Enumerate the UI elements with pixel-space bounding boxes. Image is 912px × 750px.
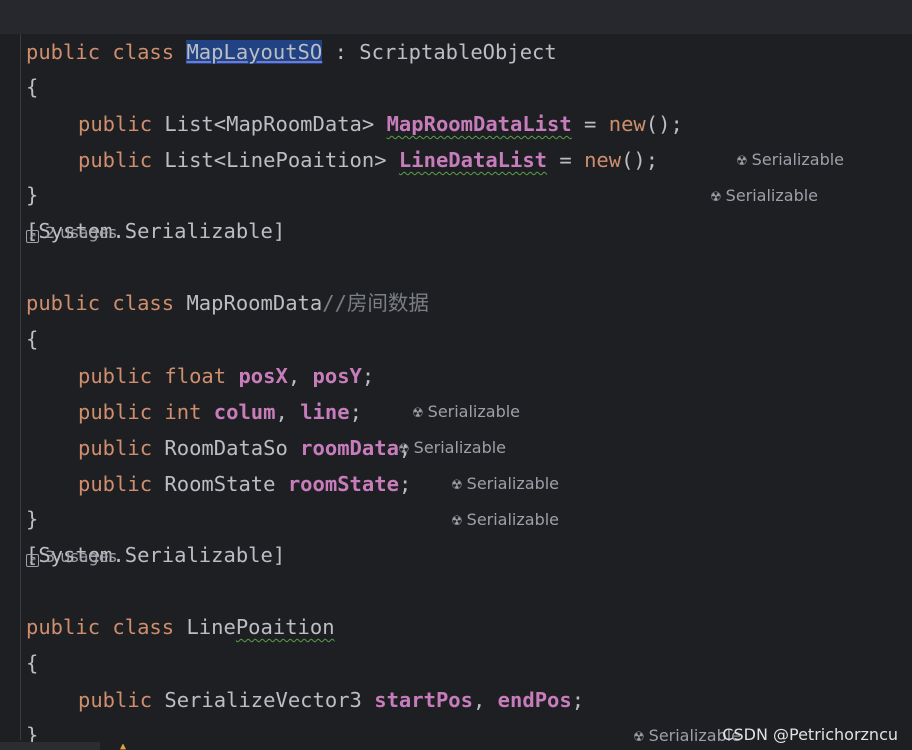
field-name-startpos[interactable]: startPos — [374, 688, 473, 712]
assign-operator: = — [571, 112, 609, 136]
serializable-hint-label: Serializable — [427, 402, 521, 421]
keyword-new: new — [584, 148, 622, 172]
serializable-hint[interactable]: ☢ Serializable — [451, 502, 559, 538]
bottom-panel-strip — [0, 742, 100, 750]
code-line-close-brace[interactable]: } — [0, 465, 49, 531]
class-name-part: Line — [186, 615, 236, 639]
field-name-posy[interactable]: posY — [313, 364, 362, 388]
field-name-posx[interactable]: posX — [238, 364, 287, 388]
code-line-field-roomstate[interactable]: public RoomState roomState; ☢ Serializabl… — [0, 430, 559, 529]
keyword-public: public — [78, 364, 153, 388]
serializable-hint[interactable]: ☢ Serializable — [451, 466, 559, 502]
field-name-maproomdatalist[interactable]: MapRoomDataList — [387, 112, 572, 136]
semicolon: ; — [571, 688, 585, 712]
field-name-line[interactable]: line — [300, 400, 349, 424]
code-line-class-maplayoutso[interactable]: public class MapLayoutSO : ScriptableObj… — [0, 0, 912, 64]
field-type: SerializeVector3 — [164, 688, 362, 712]
keyword-class: class — [112, 291, 175, 315]
field-type: List<LinePoaition> — [164, 148, 387, 172]
semicolon: ; — [398, 472, 412, 496]
code-comment: //房间数据 — [322, 291, 429, 315]
radiation-icon: ☢ — [451, 478, 463, 493]
class-name-linepoaition[interactable]: LinePoaition — [186, 615, 334, 639]
keyword-public: public — [78, 472, 153, 496]
code-editor[interactable]: public class MapLayoutSO : ScriptableObj… — [0, 0, 912, 750]
field-name-roomdata[interactable]: roomData — [300, 436, 399, 460]
serializable-hint[interactable]: ☢ Serializable — [736, 142, 844, 178]
semicolon: ; — [398, 436, 412, 460]
semicolon: ; — [361, 364, 375, 388]
keyword-public: public — [78, 148, 153, 172]
serializable-hint-label: Serializable — [725, 186, 819, 205]
field-name-colum[interactable]: colum — [214, 400, 276, 424]
keyword-int: int — [164, 400, 202, 424]
inheritance-separator: : — [322, 40, 360, 64]
field-name-linedatalist[interactable]: LineDataList — [399, 148, 547, 172]
statement-tail: (); — [621, 148, 659, 172]
code-line-field-roomdata[interactable]: public RoomDataSo roomData; ☢ Serializabl… — [0, 394, 559, 493]
field-name-endpos[interactable]: endPos — [498, 688, 572, 712]
radiation-icon: ☢ — [633, 730, 645, 745]
comma-separator: , — [275, 400, 301, 424]
field-type: List<MapRoomData> — [164, 112, 375, 136]
keyword-public: public — [78, 400, 153, 424]
usages-link[interactable]: ↗ 3 usages — [26, 542, 117, 572]
code-line-open-brace[interactable]: { — [0, 285, 49, 351]
class-name-maplayoutso[interactable]: MapLayoutSO — [186, 40, 323, 64]
assign-operator: = — [547, 148, 585, 172]
field-type: RoomState — [164, 472, 276, 496]
code-line-close-brace[interactable]: } — [0, 141, 49, 207]
code-line-field-posx-posy[interactable]: public float posX, posY; ☢ Serializable — [0, 322, 520, 421]
code-line-field-maproomdatalist[interactable]: public List<MapRoomData> MapRoomDataList… — [0, 70, 844, 169]
serializable-hint[interactable]: ☢ Serializable — [398, 430, 506, 466]
usages-link[interactable]: ↗ 2 usages — [26, 218, 117, 248]
serializable-hint-label: Serializable — [413, 438, 507, 457]
watermark: CSDN @Petrichorzncu — [722, 725, 898, 744]
code-line-field-startpos-endpos[interactable]: public SerializeVector3 startPos, endPos… — [0, 646, 741, 745]
serializable-hint-label: Serializable — [751, 150, 845, 169]
code-line-field-linedatalist[interactable]: public List<LinePoaition> LineDataList =… — [0, 106, 818, 205]
keyword-new: new — [608, 112, 646, 136]
base-class-name[interactable]: ScriptableObject — [359, 40, 556, 64]
code-line-open-brace[interactable]: { — [0, 33, 49, 99]
radiation-icon: ☢ — [710, 190, 722, 205]
radiation-icon: ☢ — [736, 154, 748, 169]
code-line-attribute[interactable]: [System.Serializable] — [0, 501, 285, 567]
keyword-class: class — [112, 615, 175, 639]
usages-label: 3 usages — [45, 547, 117, 566]
keyword-public: public — [78, 112, 153, 136]
field-type: RoomDataSo — [164, 436, 288, 460]
comma-separator: , — [472, 688, 498, 712]
class-name-maproomdata[interactable]: MapRoomData — [186, 291, 322, 315]
serializable-hint-label: Serializable — [466, 474, 560, 493]
code-line-attribute[interactable]: [System.Serializable] — [0, 177, 285, 243]
statement-tail: (); — [645, 112, 683, 136]
class-name-typo-part: Poaition — [235, 615, 335, 639]
keyword-public: public — [78, 688, 153, 712]
field-name-roomstate[interactable]: roomState — [288, 472, 399, 496]
code-line-class-maproomdata[interactable]: public class MapRoomData//房间数据 — [0, 249, 429, 315]
usages-label: 2 usages — [45, 223, 117, 242]
code-line-field-colum-line[interactable]: public int colum, line; ☢ Serializable — [0, 358, 506, 457]
serializable-hint[interactable]: ☢ Serializable — [710, 178, 818, 214]
semicolon: ; — [349, 400, 362, 424]
arrow-up-right-icon: ↗ — [26, 230, 39, 243]
serializable-hint[interactable]: ☢ Serializable — [412, 394, 520, 430]
serializable-hint-label: Serializable — [466, 510, 560, 529]
code-line-close-brace[interactable]: } — [0, 681, 49, 747]
comma-separator: , — [287, 364, 313, 388]
keyword-class: class — [112, 40, 175, 64]
keyword-float: float — [164, 364, 227, 388]
keyword-public: public — [78, 436, 153, 460]
radiation-icon: ☢ — [412, 406, 424, 421]
code-line-open-brace[interactable]: { — [0, 609, 49, 675]
arrow-up-right-icon: ↗ — [26, 554, 39, 567]
warning-icon: ▲ — [120, 744, 127, 750]
radiation-icon: ☢ — [451, 514, 463, 529]
code-line-class-linepoaition[interactable]: public class LinePoaition — [0, 573, 335, 639]
